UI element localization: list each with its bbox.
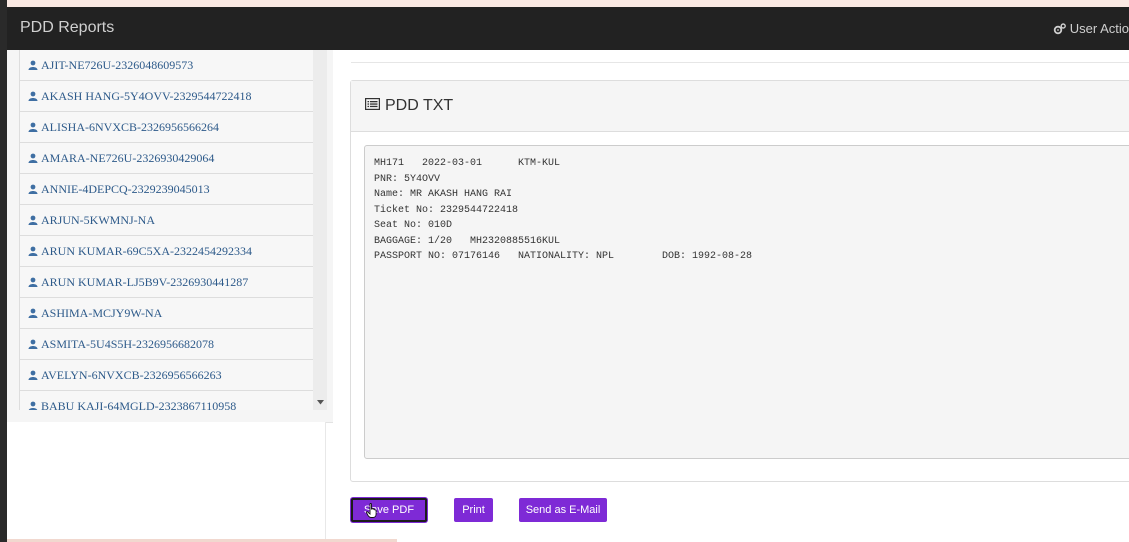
list-scrollbar[interactable] [313,50,327,410]
save-pdf-button[interactable]: Save PDF [351,498,427,522]
list-alt-icon [365,97,381,115]
text-line: BAGGAGE: 1/20 MH2320885516KUL [374,235,561,247]
list-item-label: ALISHA-6NVXCB-2326956566264 [41,119,219,134]
list-item-label: ARUN KUMAR-69C5XA-2322454292334 [41,243,253,258]
user-icon [28,122,38,132]
list-item[interactable]: ANNIE-4DEPCQ-2329239045013 [19,174,314,205]
user-icon [28,401,38,410]
list-item[interactable]: ARUN KUMAR-69C5XA-2322454292334 [19,236,314,267]
print-button[interactable]: Print [454,498,493,522]
list-item-label: AKASH HANG-5Y4OVV-2329544722418 [41,88,252,103]
panel-title: PDD TXT [385,97,454,114]
text-line: PASSPORT NO: 07176146 NATIONALITY: NPL D… [374,251,753,262]
pdd-text-area[interactable]: MH171 2022-03-01 KTM-KUL PNR: 5Y4OVV Nam… [364,145,1129,459]
text-line: Ticket No: 2329544722418 [374,204,519,216]
list-item[interactable]: AJIT-NE726U-2326048609573 [19,50,314,81]
scroll-down-icon[interactable] [313,395,327,409]
gears-icon [1053,23,1066,35]
content-divider [351,62,1129,63]
user-icon [28,308,38,318]
list-item[interactable]: ASHIMA-MCJY9W-NA [19,298,314,329]
list-item-label: ASMITA-5U4S5H-2326956682078 [41,336,215,351]
window-top-strip [0,0,1129,7]
list-item-label: AMARA-NE726U-2326930429064 [41,150,215,165]
list-item[interactable]: AKASH HANG-5Y4OVV-2329544722418 [19,81,314,112]
hand-cursor-icon [366,503,378,523]
list-item[interactable]: ASMITA-5U4S5H-2326956682078 [19,329,314,360]
text-line: Seat No: 010D [374,220,453,231]
text-line: Name: MR AKASH HANG RAI [374,189,513,200]
list-item-label: AVELYN-6NVXCB-2326956566263 [41,367,222,382]
list-item-label: ARJUN-5KWMNJ-NA [41,212,155,227]
list-item[interactable]: ARJUN-5KWMNJ-NA [19,205,314,236]
passenger-list[interactable]: AJIT-NE726U-2326048609573 AKASH HANG-5Y4… [19,50,315,410]
panel-heading: PDD TXT [351,81,1129,132]
list-item[interactable]: ARUN KUMAR-LJ5B9V-2326930441287 [19,267,314,298]
user-icon [28,153,38,163]
list-item-label: ANNIE-4DEPCQ-2329239045013 [41,181,210,196]
text-line: MH171 2022-03-01 KTM-KUL [374,158,561,169]
user-icon [28,60,38,70]
send-email-button[interactable]: Send as E-Mail [519,498,607,522]
list-item[interactable]: AVELYN-6NVXCB-2326956566263 [19,360,314,391]
user-action-label: User Actio [1069,21,1129,36]
list-item[interactable]: ALISHA-6NVXCB-2326956566264 [19,112,314,143]
user-icon [28,91,38,101]
list-item-label: ASHIMA-MCJY9W-NA [41,305,163,320]
user-icon [28,277,38,287]
sidebar: AJIT-NE726U-2326048609573 AKASH HANG-5Y4… [7,50,333,423]
user-icon [28,370,38,380]
window-left-edge [0,0,7,542]
user-action-menu[interactable]: User Actio [1053,21,1129,36]
list-item[interactable]: AMARA-NE726U-2326930429064 [19,143,314,174]
user-icon [28,339,38,349]
list-item[interactable]: BABU KAJI-64MGLD-2323867110958 [19,391,314,410]
pdd-txt-panel: PDD TXT MH171 2022-03-01 KTM-KUL PNR: 5Y… [350,80,1129,482]
brand-title[interactable]: PDD Reports [20,19,114,37]
list-item-label: BABU KAJI-64MGLD-2323867110958 [41,398,237,411]
sidebar-empty-area [7,422,326,542]
user-icon [28,246,38,256]
text-line: PNR: 5Y4OVV [374,173,441,185]
navbar: PDD Reports User Actio [7,7,1129,50]
list-item-label: ARUN KUMAR-LJ5B9V-2326930441287 [41,274,249,289]
user-icon [28,184,38,194]
user-icon [28,215,38,225]
list-item-label: AJIT-NE726U-2326048609573 [41,57,194,72]
